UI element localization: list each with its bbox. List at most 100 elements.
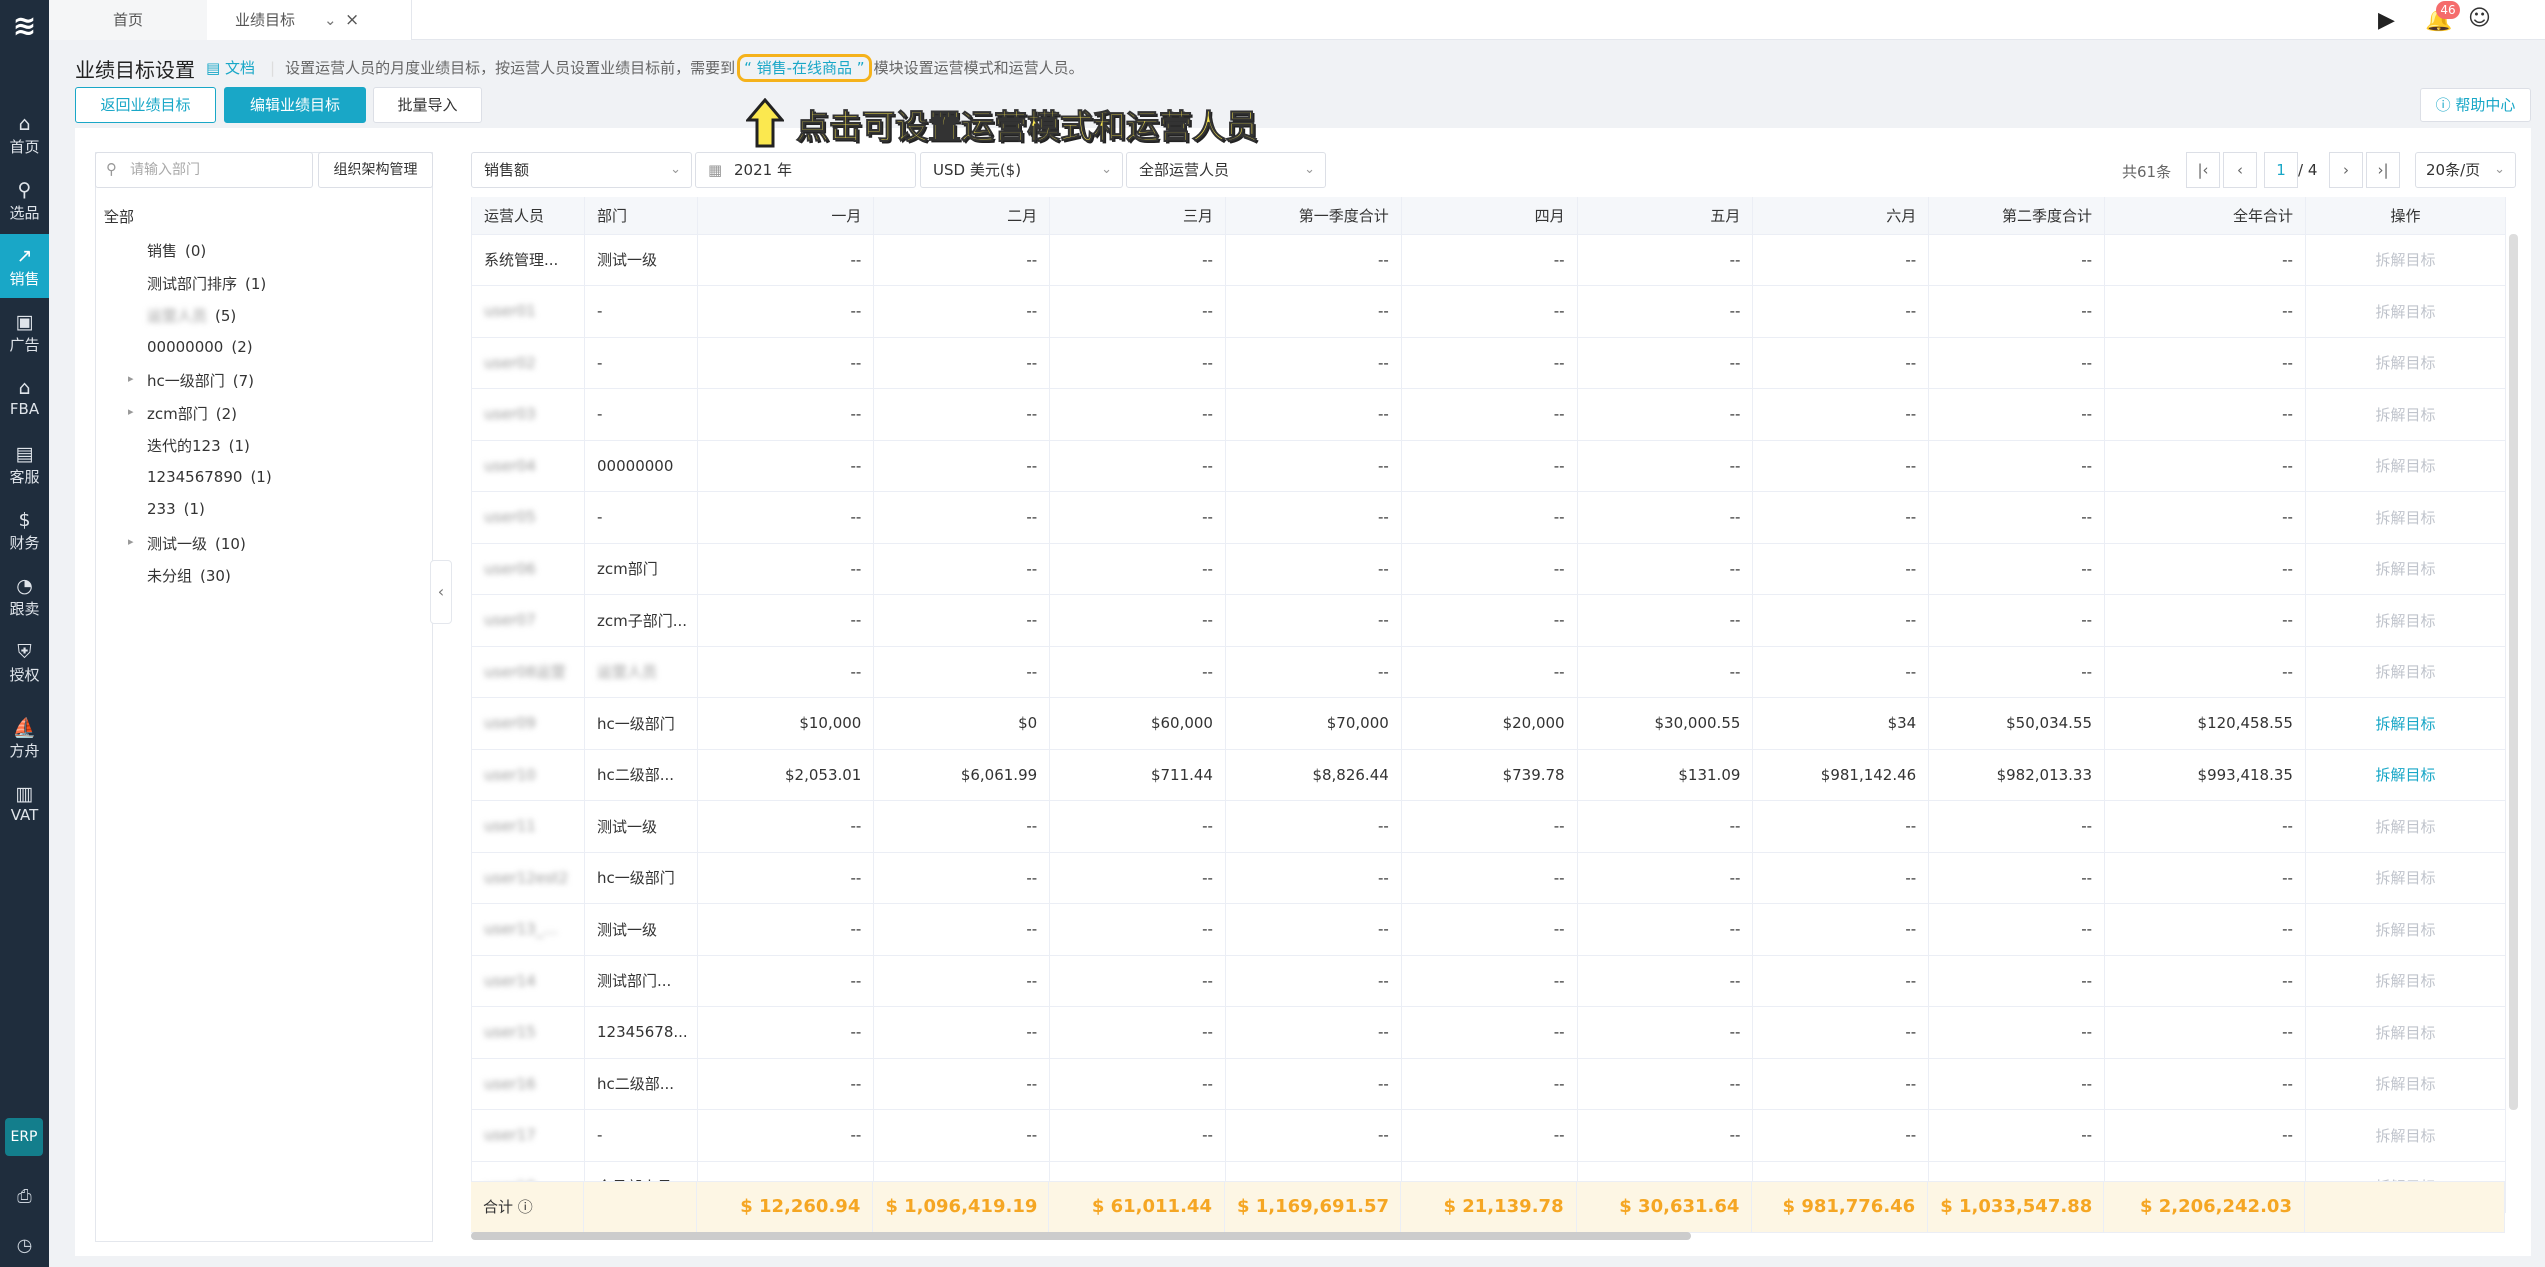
tree-item[interactable]: 1234567890 (1)	[147, 468, 272, 486]
next-page-button[interactable]: ›	[2329, 152, 2363, 188]
nav-item-10[interactable]: ▥ VAT	[0, 772, 49, 836]
edit-target-button[interactable]: 编辑业绩目标	[224, 87, 366, 123]
caret-right-icon[interactable]: ▸	[128, 372, 134, 385]
batch-import-button[interactable]: 批量导入	[373, 87, 482, 123]
logo-icon[interactable]: ≋	[8, 6, 41, 46]
online-products-link[interactable]: “ 销售-在线商品 ”	[737, 54, 872, 82]
nav-item-9[interactable]: ⛵ 方舟	[0, 706, 49, 770]
split-target-link[interactable]: 拆解目标	[2305, 1109, 2507, 1162]
tab-home[interactable]: 首页	[49, 0, 207, 40]
split-target-link[interactable]: 拆解目标	[2305, 852, 2507, 904]
split-target-link[interactable]: 拆解目标	[2305, 646, 2507, 698]
last-page-button[interactable]: ›|	[2366, 152, 2400, 188]
table-row: user10 hc二级部... $2,053.01 $6,061.99 $711.44 $…	[472, 749, 2507, 801]
table-cell: user07	[472, 594, 586, 647]
tree-item[interactable]: 销售 (0)	[147, 240, 206, 261]
doc-link[interactable]: ▤ 文档	[206, 57, 255, 78]
table-cell: --	[1928, 594, 2106, 647]
tree-item[interactable]: 测试一级 (10)	[147, 533, 246, 554]
vertical-scrollbar[interactable]	[2509, 234, 2518, 1110]
help-circle-icon[interactable]: ◷	[12, 1235, 37, 1260]
table-row: user15 12345678... -- -- -- -- -- -- -- -- -- 拆解目标	[472, 1006, 2507, 1059]
table-cell: --	[873, 491, 1051, 544]
split-target-link[interactable]: 拆解目标	[2305, 234, 2507, 286]
tree-item[interactable]: 233 (1)	[147, 500, 205, 518]
currency-select[interactable]: USD 美元($) ⌄	[920, 152, 1123, 188]
chevron-down-icon: ⌄	[2494, 162, 2505, 177]
table-cell: --	[873, 594, 1051, 647]
table-cell: user04	[472, 440, 586, 492]
operator-select[interactable]: 全部运营人员 ⌄	[1126, 152, 1326, 188]
close-icon[interactable]: ×	[345, 0, 359, 40]
table-cell: 测试部门...	[584, 955, 698, 1007]
tree-item[interactable]: 迭代的123 (1)	[147, 435, 250, 456]
summary-cell: $ 12,260.94	[696, 1182, 874, 1233]
table-cell: $120,458.55	[2104, 697, 2306, 750]
table-cell: --	[2104, 646, 2306, 698]
chevron-down-icon[interactable]: ⌄	[324, 0, 337, 40]
tree-item[interactable]: 运营人员 (5)	[147, 305, 236, 326]
split-target-link[interactable]: 拆解目标	[2305, 337, 2507, 389]
table-cell: --	[1577, 388, 1754, 441]
prev-page-button[interactable]: ‹	[2223, 152, 2257, 188]
nav-item-0[interactable]: ⌂ 首页	[0, 102, 49, 166]
split-target-link[interactable]: 拆解目标	[2305, 388, 2507, 441]
split-target-link[interactable]: 拆解目标	[2305, 955, 2507, 1007]
table-cell: $982,013.33	[1928, 749, 2106, 801]
search-icon: ⚲	[17, 179, 32, 201]
table-cell: --	[1752, 337, 1930, 389]
split-target-link[interactable]: 拆解目标	[2305, 440, 2507, 492]
back-button[interactable]: 返回业绩目标	[75, 87, 216, 123]
split-target-link[interactable]: 拆解目标	[2305, 543, 2507, 595]
split-target-link[interactable]: 拆解目标	[2305, 1058, 2507, 1110]
nav-item-3[interactable]: ▣ 广告	[0, 300, 49, 364]
table-cell: --	[2104, 491, 2306, 544]
department-search-input[interactable]: 请输入部门	[95, 152, 313, 188]
tree-item[interactable]: 测试部门排序 (1)	[147, 273, 266, 294]
nav-item-1[interactable]: ⚲ 选品	[0, 168, 49, 232]
tree-root[interactable]: ▾ 全部	[104, 206, 134, 227]
caret-right-icon[interactable]: ▸	[128, 405, 134, 418]
metric-select[interactable]: 销售额 ⌄	[471, 152, 692, 188]
split-target-link[interactable]: 拆解目标	[2305, 594, 2507, 647]
tree-item[interactable]: 00000000 (2)	[147, 338, 253, 356]
table-cell: --	[1049, 337, 1226, 389]
nav-item-6[interactable]: $ 财务	[0, 498, 49, 562]
table-cell: --	[1401, 337, 1578, 389]
play-icon[interactable]: ▶	[2378, 8, 2395, 33]
first-page-button[interactable]: |‹	[2186, 152, 2220, 188]
table-cell: --	[873, 955, 1051, 1007]
nav-item-4[interactable]: ⌂ FBA	[0, 366, 49, 430]
printer-icon[interactable]: ⎙	[12, 1186, 37, 1211]
table-cell: zcm子部门...	[584, 594, 698, 647]
erp-button[interactable]: ERP	[5, 1118, 43, 1156]
split-target-link[interactable]: 拆解目标	[2305, 697, 2507, 750]
org-management-button[interactable]: 组织架构管理	[318, 152, 433, 188]
collapse-panel-icon[interactable]: ‹	[430, 560, 452, 624]
split-target-link[interactable]: 拆解目标	[2305, 491, 2507, 544]
nav-item-8[interactable]: ⛨ 授权	[0, 630, 49, 694]
table-cell: $981,142.46	[1752, 749, 1930, 801]
nav-item-2[interactable]: ↗ 销售	[0, 234, 49, 298]
split-target-link[interactable]: 拆解目标	[2305, 749, 2507, 801]
split-target-link[interactable]: 拆解目标	[2305, 1006, 2507, 1059]
nav-item-7[interactable]: ◔ 跟卖	[0, 564, 49, 628]
shield-icon: ⛨	[17, 641, 32, 663]
page-size-select[interactable]: 20条/页 ⌄	[2415, 152, 2516, 188]
page-input[interactable]: 1	[2264, 152, 2298, 188]
help-center-button[interactable]: ⓘ 帮助中心	[2420, 88, 2531, 122]
split-target-link[interactable]: 拆解目标	[2305, 903, 2507, 956]
year-picker[interactable]: ▦ 2021 年	[695, 152, 916, 188]
nav-item-5[interactable]: ▤ 客服	[0, 432, 49, 496]
tree-item[interactable]: zcm部门 (2)	[147, 403, 237, 424]
table-cell: --	[1401, 388, 1578, 441]
tab-performance-target[interactable]: 业绩目标 ⌄ ×	[207, 0, 412, 40]
split-target-link[interactable]: 拆解目标	[2305, 800, 2507, 853]
caret-right-icon[interactable]: ▸	[128, 535, 134, 548]
tree-item[interactable]: hc一级部门 (7)	[147, 370, 254, 391]
split-target-link[interactable]: 拆解目标	[2305, 285, 2507, 338]
user-avatar-icon[interactable]: ☺	[2468, 6, 2496, 34]
tree-item[interactable]: 未分组 (30)	[147, 565, 231, 586]
summary-cell	[2304, 1182, 2506, 1233]
horizontal-scrollbar[interactable]	[471, 1232, 1691, 1240]
